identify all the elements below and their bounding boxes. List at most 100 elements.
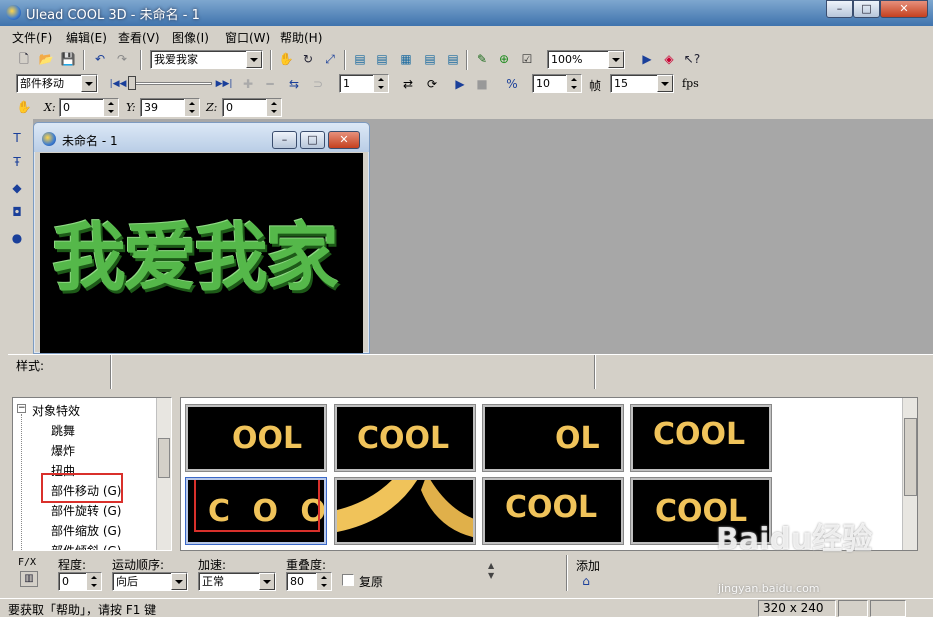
- tree-item[interactable]: 部件缩放 (G): [51, 522, 121, 539]
- restore-checkbox[interactable]: [342, 574, 354, 586]
- tree-item[interactable]: 部件旋转 (G): [51, 502, 121, 519]
- help-pointer-icon[interactable]: ↖?: [682, 49, 702, 69]
- minimize-button[interactable]: –: [826, 0, 853, 18]
- frame-spinner[interactable]: [373, 75, 388, 92]
- new-file-icon[interactable]: 🗋: [14, 49, 34, 69]
- doc-close-button[interactable]: ✕: [328, 131, 360, 149]
- remove-keyframe-icon[interactable]: ━: [260, 74, 280, 94]
- y-input[interactable]: 39: [140, 98, 200, 117]
- degree-spinner[interactable]: [86, 573, 101, 590]
- chevron-down-icon[interactable]: [657, 75, 673, 92]
- forward-end-icon[interactable]: ▶▶|: [214, 74, 234, 94]
- tree-root-label[interactable]: 对象特效: [32, 402, 80, 419]
- render-icon[interactable]: ▶: [637, 49, 657, 69]
- export-icon[interactable]: ◈: [659, 49, 679, 69]
- fx-toggle-icon[interactable]: ▥: [20, 571, 38, 587]
- doc-maximize-button[interactable]: □: [300, 131, 325, 149]
- layer-front-icon[interactable]: ▤: [372, 49, 392, 69]
- degree-input[interactable]: 0: [58, 572, 102, 591]
- gallery-thumbnail-selected[interactable]: C O O: [186, 478, 326, 544]
- menu-help[interactable]: 帮助(H): [280, 29, 322, 46]
- layer-down-icon[interactable]: ▤: [443, 49, 463, 69]
- add-keyframe-icon[interactable]: ✚: [238, 74, 258, 94]
- hand-position-icon[interactable]: ✋: [14, 97, 34, 117]
- menu-edit[interactable]: 编辑(E): [66, 29, 107, 46]
- layer-icon[interactable]: ▤: [350, 49, 370, 69]
- properties-icon[interactable]: ☑: [517, 49, 537, 69]
- undo-icon[interactable]: ↶: [90, 49, 110, 69]
- resize-icon[interactable]: ⤢: [320, 49, 340, 69]
- loop-icon[interactable]: ⊃: [308, 74, 328, 94]
- ping-pong-icon[interactable]: ⇄: [398, 74, 418, 94]
- speed-input[interactable]: 10: [532, 74, 582, 93]
- tree-item[interactable]: 部件倾斜 (G): [51, 542, 121, 550]
- add-to-library-icon[interactable]: ⌂: [576, 572, 596, 590]
- hand-move-icon[interactable]: ✋: [276, 49, 296, 69]
- accel-select[interactable]: 正常: [198, 572, 276, 591]
- x-input[interactable]: 0: [59, 98, 119, 117]
- speed-spinner[interactable]: [566, 75, 581, 92]
- maximize-button[interactable]: □: [853, 0, 880, 18]
- globe-icon[interactable]: ⊕: [494, 49, 514, 69]
- overlap-spinner[interactable]: [316, 573, 331, 590]
- speed-icon[interactable]: %: [502, 74, 522, 94]
- insert-shape-icon[interactable]: ◆: [7, 178, 27, 198]
- tree-scrollbar[interactable]: [156, 398, 171, 550]
- tree-item[interactable]: 跳舞: [51, 422, 75, 439]
- rewind-icon[interactable]: |◀◀: [108, 74, 128, 94]
- 3d-text-object[interactable]: 我爱我家: [52, 198, 339, 305]
- reverse-icon[interactable]: ⇆: [284, 74, 304, 94]
- x-spinner[interactable]: [103, 99, 118, 116]
- chevron-down-icon[interactable]: [171, 573, 187, 590]
- open-folder-icon[interactable]: 📂: [36, 49, 56, 69]
- timeline-slider[interactable]: [128, 75, 212, 92]
- param-scroll-arrows[interactable]: ▲ ▼: [488, 561, 498, 585]
- insert-object-icon[interactable]: ◘: [7, 202, 27, 222]
- doc-minimize-button[interactable]: –: [272, 131, 297, 149]
- y-spinner[interactable]: [184, 99, 199, 116]
- zoom-select[interactable]: 100%: [547, 50, 625, 69]
- stop-icon[interactable]: ■: [472, 74, 492, 94]
- gallery-scrollbar[interactable]: [902, 398, 917, 550]
- menu-window[interactable]: 窗口(W): [225, 29, 270, 46]
- layer-up-icon[interactable]: ▤: [420, 49, 440, 69]
- chevron-down-icon[interactable]: [259, 573, 275, 590]
- z-input[interactable]: 0: [222, 98, 282, 117]
- menu-view[interactable]: 查看(V): [118, 29, 160, 46]
- gallery-thumbnail[interactable]: OL: [483, 405, 623, 471]
- layer-back-icon[interactable]: ▦: [396, 49, 416, 69]
- gallery-thumbnail[interactable]: COOL: [335, 405, 475, 471]
- redo-icon[interactable]: ↷: [112, 49, 132, 69]
- chevron-down-icon[interactable]: [246, 51, 262, 68]
- effects-tree[interactable]: − 对象特效 跳舞 爆炸 扭曲 部件移动 (G) 部件旋转 (G) 部件缩放 (…: [12, 397, 172, 551]
- chevron-down-icon[interactable]: [608, 51, 624, 68]
- repeat-icon[interactable]: ⟳: [422, 74, 442, 94]
- chevron-down-icon[interactable]: [81, 75, 97, 92]
- frame-number-input[interactable]: 1: [339, 74, 389, 93]
- tree-collapse-icon[interactable]: −: [17, 404, 26, 413]
- insert-geometry-icon[interactable]: ●: [7, 228, 27, 248]
- gallery-thumbnail[interactable]: [335, 478, 475, 544]
- tree-item[interactable]: 爆炸: [51, 442, 75, 459]
- gallery-thumbnail[interactable]: OOL: [186, 405, 326, 471]
- save-icon[interactable]: 💾: [58, 49, 78, 69]
- menu-file[interactable]: 文件(F): [12, 29, 52, 46]
- gallery-thumbnail[interactable]: COOL: [631, 405, 771, 471]
- play-icon[interactable]: ▶: [450, 74, 470, 94]
- light-icon[interactable]: ✎: [472, 49, 492, 69]
- text-object-select[interactable]: 我爱我家: [150, 50, 263, 69]
- rotate-hand-icon[interactable]: ↻: [298, 49, 318, 69]
- render-canvas[interactable]: 我爱我家: [40, 153, 363, 353]
- scrollbar-thumb[interactable]: [158, 438, 170, 478]
- close-button[interactable]: ✕: [880, 0, 928, 18]
- slider-thumb[interactable]: [128, 76, 136, 90]
- insert-text-icon[interactable]: T: [7, 128, 27, 148]
- fps-select[interactable]: 15: [610, 74, 674, 93]
- order-select[interactable]: 向后: [112, 572, 188, 591]
- edit-text-icon[interactable]: Ŧ: [7, 152, 27, 172]
- scrollbar-thumb[interactable]: [904, 418, 917, 496]
- overlap-input[interactable]: 80: [286, 572, 332, 591]
- gallery-thumbnail[interactable]: COOL: [483, 478, 623, 544]
- menu-image[interactable]: 图像(I): [172, 29, 209, 46]
- mode-select[interactable]: 部件移动: [16, 74, 98, 93]
